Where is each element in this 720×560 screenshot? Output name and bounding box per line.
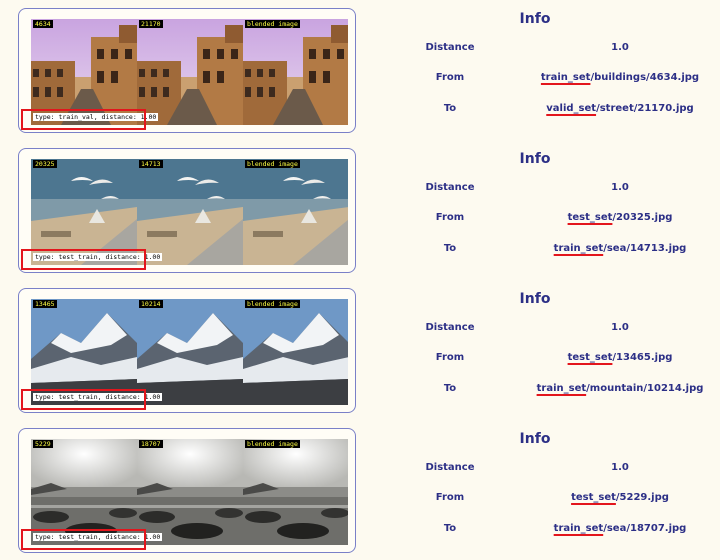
image-card: 5229 18707 blended image type: test_trai… <box>18 428 356 553</box>
info-panel: Info Distance 1.0 From test_set/13465.jp… <box>370 280 720 420</box>
blended-image-label: blended image <box>245 300 300 308</box>
image-b: 21170 <box>137 19 243 125</box>
to-path: valid_set/street/21170.jpg <box>520 103 720 114</box>
info-title: Info <box>519 431 551 447</box>
image-id-label: 5229 <box>33 440 53 448</box>
from-file: /buildings/4634.jpg <box>590 72 700 83</box>
to-path: train_set/sea/18707.jpg <box>520 523 720 534</box>
to-file: /mountain/10214.jpg <box>586 383 704 394</box>
caption-highlight-box <box>21 529 146 550</box>
distance-label: Distance <box>425 462 475 473</box>
to-label: To <box>443 103 457 114</box>
image-b: 14713 <box>137 159 243 265</box>
image-id-label: 18707 <box>139 440 163 448</box>
image-b: 10214 <box>137 299 243 405</box>
blended-image: blended image <box>243 439 348 545</box>
to-file: /sea/14713.jpg <box>603 243 687 254</box>
blended-image-label: blended image <box>245 160 300 168</box>
from-label: From <box>435 492 465 503</box>
image-id-label: 10214 <box>139 300 163 308</box>
pair-row: 20325 14713 blended image type: test_tra… <box>0 140 720 280</box>
caption-highlight-box <box>21 109 146 130</box>
pair-row: 4634 21170 blended image type: train_val… <box>0 0 720 140</box>
to-split: train_set <box>553 243 604 254</box>
image-id-label: 4634 <box>33 20 53 28</box>
to-split: train_set <box>553 523 604 534</box>
to-label: To <box>443 383 457 394</box>
distance-value: 1.0 <box>611 42 629 53</box>
to-file: /street/21170.jpg <box>596 103 694 114</box>
image-card: 4634 21170 blended image type: train_val… <box>18 8 356 133</box>
from-path: test_set/13465.jpg <box>520 352 720 363</box>
distance-label: Distance <box>425 182 475 193</box>
from-file: /20325.jpg <box>612 212 673 223</box>
distance-label: Distance <box>425 322 475 333</box>
from-path: test_set/5229.jpg <box>520 492 720 503</box>
to-split: valid_set <box>546 103 597 114</box>
info-title: Info <box>519 11 551 27</box>
from-split: test_set <box>571 492 616 503</box>
from-split: test_set <box>567 352 613 363</box>
image-card: 13465 10214 blended image type: test_tra… <box>18 288 356 413</box>
distance-label: Distance <box>425 42 475 53</box>
info-panel: Info Distance 1.0 From train_set/buildin… <box>370 0 720 140</box>
to-label: To <box>443 243 457 254</box>
blended-image-label: blended image <box>245 440 300 448</box>
to-file: /sea/18707.jpg <box>603 523 687 534</box>
image-id-label: 13465 <box>33 300 57 308</box>
pair-row: 13465 10214 blended image type: test_tra… <box>0 280 720 420</box>
image-b: 18707 <box>137 439 243 545</box>
image-card: 20325 14713 blended image type: test_tra… <box>18 148 356 273</box>
distance-value: 1.0 <box>611 322 629 333</box>
blended-image: blended image <box>243 159 348 265</box>
info-panel: Info Distance 1.0 From test_set/20325.jp… <box>370 140 720 280</box>
from-label: From <box>435 352 465 363</box>
info-title: Info <box>519 151 551 167</box>
duplicate-pairs-page: 4634 21170 blended image type: train_val… <box>0 0 720 560</box>
from-label: From <box>435 72 465 83</box>
image-id-label: 14713 <box>139 160 163 168</box>
image-id-label: 20325 <box>33 160 57 168</box>
to-label: To <box>443 523 457 534</box>
from-split: test_set <box>567 212 613 223</box>
from-label: From <box>435 212 465 223</box>
info-panel: Info Distance 1.0 From test_set/5229.jpg… <box>370 420 720 560</box>
from-path: train_set/buildings/4634.jpg <box>520 72 720 83</box>
from-file: /5229.jpg <box>615 492 669 503</box>
image-id-label: 21170 <box>139 20 163 28</box>
to-path: train_set/mountain/10214.jpg <box>520 383 720 394</box>
caption-highlight-box <box>21 249 146 270</box>
to-split: train_set <box>536 383 587 394</box>
to-path: train_set/sea/14713.jpg <box>520 243 720 254</box>
blended-image: blended image <box>243 299 348 405</box>
caption-highlight-box <box>21 389 146 410</box>
from-split: train_set <box>540 72 591 83</box>
blended-image: blended image <box>243 19 348 125</box>
from-file: /13465.jpg <box>612 352 673 363</box>
from-path: test_set/20325.jpg <box>520 212 720 223</box>
blended-image-label: blended image <box>245 20 300 28</box>
info-title: Info <box>519 291 551 307</box>
pair-row: 5229 18707 blended image type: test_trai… <box>0 420 720 560</box>
distance-value: 1.0 <box>611 462 629 473</box>
distance-value: 1.0 <box>611 182 629 193</box>
